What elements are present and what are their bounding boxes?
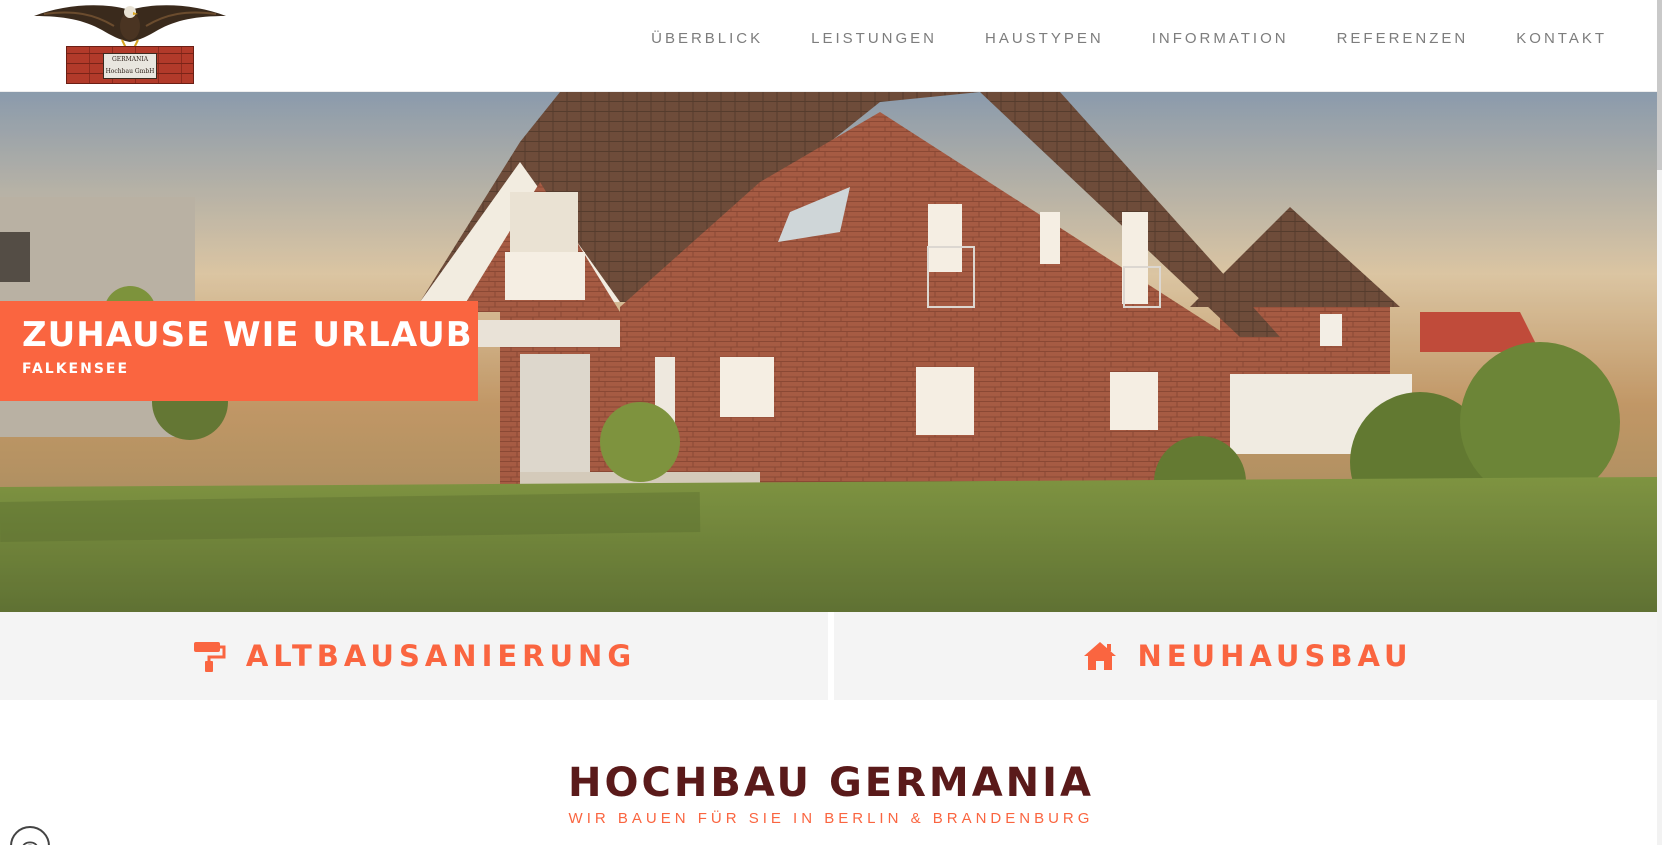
intro-headline: HOCHBAU GERMANIA WIR BAUEN FÜR SIE IN BE…: [0, 760, 1662, 827]
eagle-icon: [34, 5, 226, 48]
company-logo[interactable]: GERMANIA Hochbau GmbH: [34, 2, 226, 84]
logo-plate-line1: GERMANIA: [111, 56, 149, 63]
nav-item-kontakt[interactable]: KONTAKT: [1516, 30, 1607, 47]
hero-title: ZUHAUSE WIE URLAUB: [22, 315, 473, 355]
tile-altbausanierung[interactable]: ALTBAUSANIERUNG: [0, 612, 828, 700]
nav-item-referenzen[interactable]: REFERENZEN: [1337, 30, 1469, 47]
service-tiles: ALTBAUSANIERUNG NEUHAUSBAU: [0, 612, 1662, 700]
main-nav: ÜBERBLICK LEISTUNGEN HAUSTYPEN INFORMATI…: [651, 30, 1607, 47]
page-title: HOCHBAU GERMANIA: [568, 760, 1094, 806]
nav-item-leistungen[interactable]: LEISTUNGEN: [811, 30, 937, 47]
scrollbar-thumb[interactable]: [1657, 0, 1662, 170]
logo-brick-wall: GERMANIA Hochbau GmbH: [66, 46, 194, 84]
scrollbar[interactable]: [1657, 0, 1662, 845]
logo-plate: GERMANIA Hochbau GmbH: [103, 53, 157, 79]
home-icon: [1084, 642, 1117, 670]
nav-item-information[interactable]: INFORMATION: [1152, 30, 1289, 47]
tile-neuhausbau[interactable]: NEUHAUSBAU: [834, 612, 1662, 700]
hero-banner: ZUHAUSE WIE URLAUB FALKENSEE: [0, 92, 1657, 612]
site-header: GERMANIA Hochbau GmbH ÜBERBLICK LEISTUNG…: [0, 0, 1662, 92]
hero-subtitle: FALKENSEE: [22, 361, 130, 377]
paint-roller-icon: [193, 642, 226, 672]
nav-item-haustypen[interactable]: HAUSTYPEN: [985, 30, 1104, 47]
hero-badge: ZUHAUSE WIE URLAUB FALKENSEE: [0, 301, 478, 401]
tile-label-neuhausbau: NEUHAUSBAU: [1137, 639, 1413, 673]
nav-item-ueberblick[interactable]: ÜBERBLICK: [651, 30, 763, 47]
fingerprint-icon[interactable]: [10, 826, 50, 845]
page-subtitle: WIR BAUEN FÜR SIE IN BERLIN & BRANDENBUR…: [568, 810, 1094, 827]
tile-label-altbausanierung: ALTBAUSANIERUNG: [245, 639, 637, 673]
logo-plate-line2: Hochbau GmbH: [105, 68, 155, 75]
